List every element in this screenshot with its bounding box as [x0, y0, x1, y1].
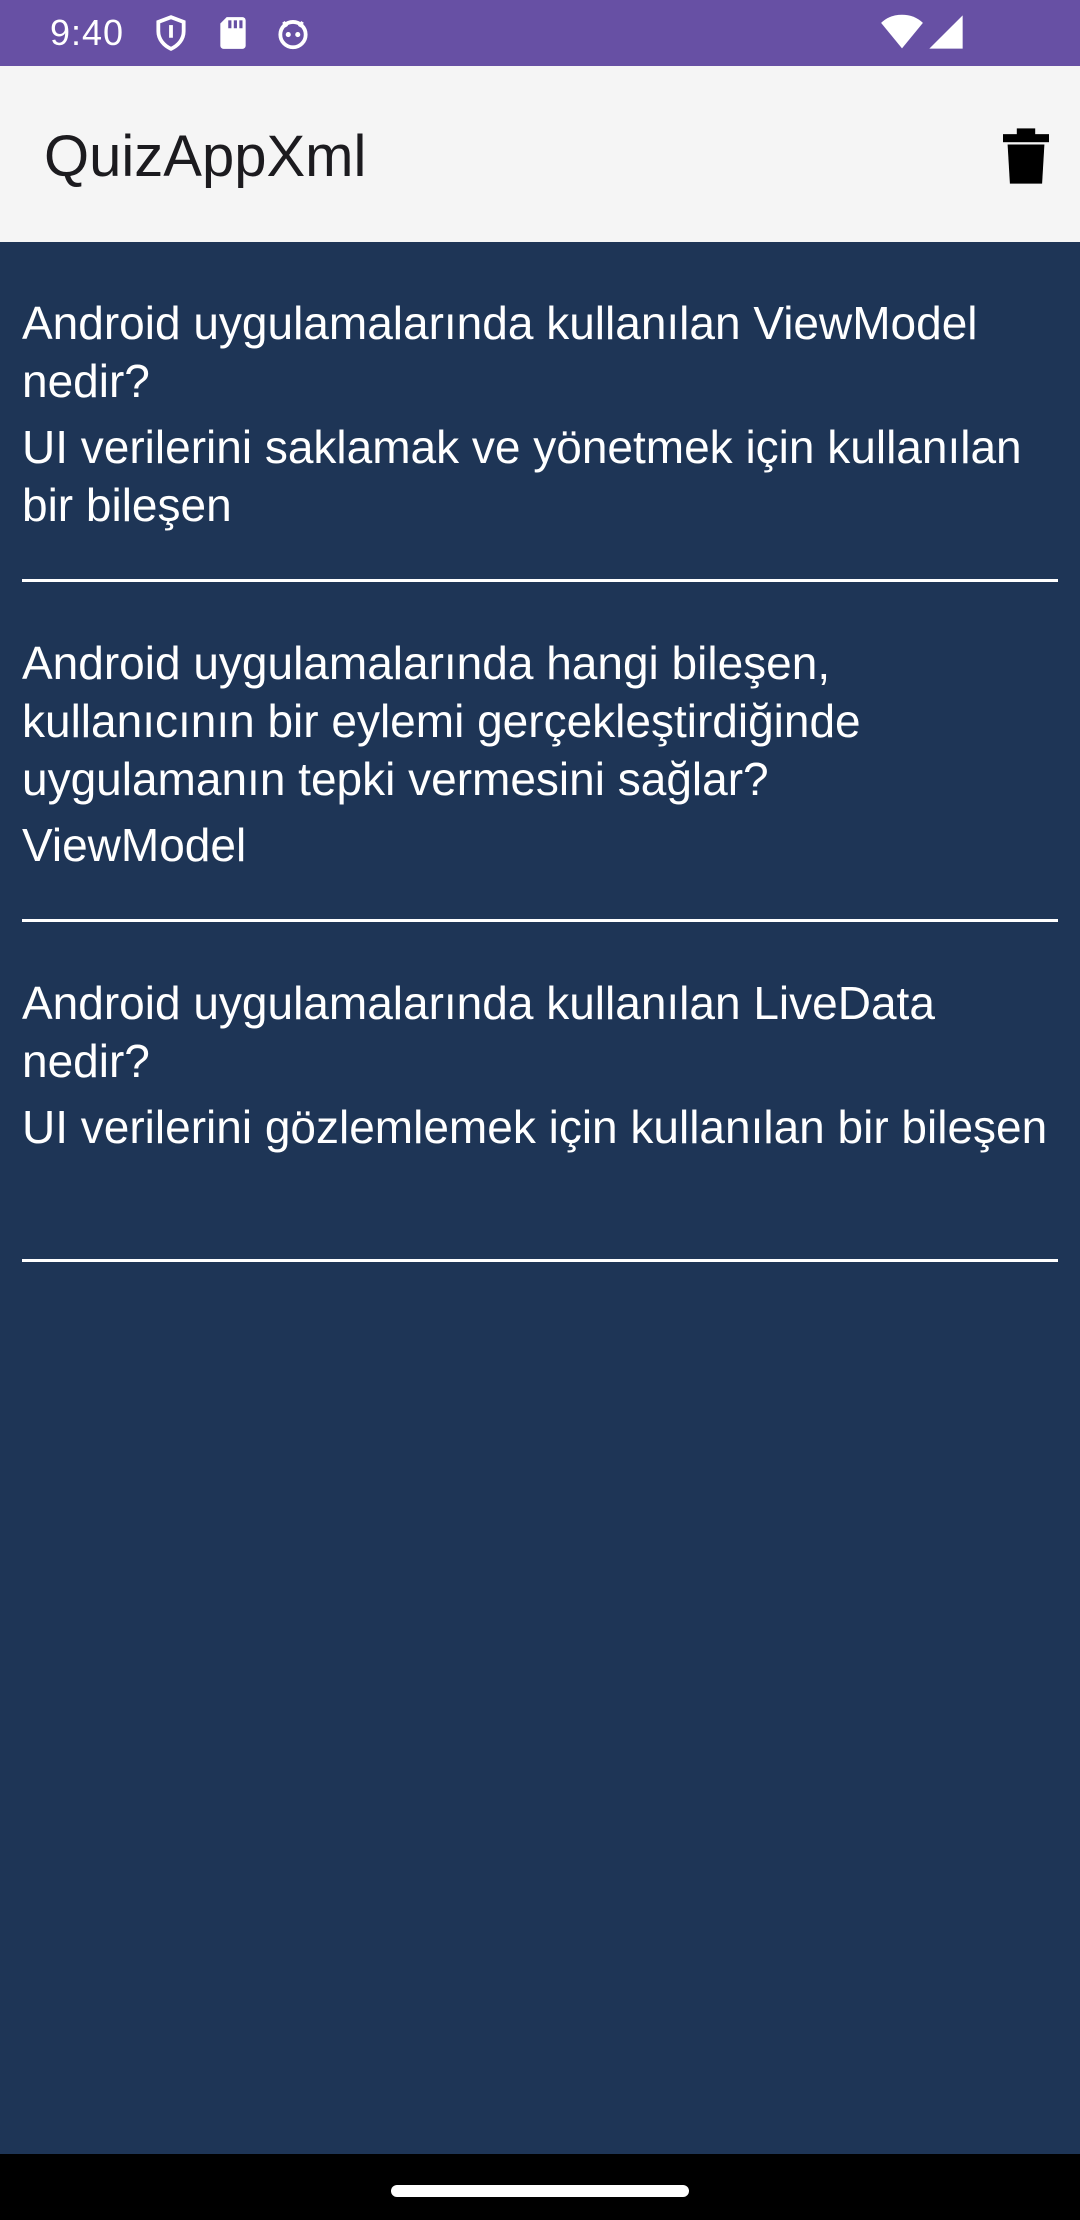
quiz-item[interactable]: Android uygulamalarında hangi bileşen, k… [0, 582, 1080, 922]
quiz-item[interactable]: Android uygulamalarında kullanılan LiveD… [0, 922, 1080, 1262]
app-title: QuizAppXml [44, 124, 367, 189]
home-gesture-handle[interactable] [391, 2185, 689, 2197]
wifi-icon [880, 12, 924, 52]
quiz-question: Android uygulamalarında kullanılan LiveD… [22, 977, 935, 1087]
sd-card-icon [214, 14, 252, 52]
quiz-item[interactable]: Android uygulamalarında kullanılan ViewM… [0, 242, 1080, 582]
quiz-list: Android uygulamalarında kullanılan ViewM… [0, 242, 1080, 1262]
screen: 9:40 QuizAppXml Android uygulamalarında … [0, 0, 1080, 2220]
cell-signal-icon [926, 12, 966, 52]
status-time: 9:40 [50, 12, 125, 53]
quiz-answer: ViewModel [22, 819, 247, 871]
quiz-answer: UI verilerini saklamak ve yönetmek için … [22, 421, 1022, 531]
shield-icon [152, 14, 190, 52]
navigation-bar [0, 2154, 1080, 2220]
quiz-question: Android uygulamalarında hangi bileşen, k… [22, 637, 861, 805]
quiz-answer: UI verilerini gözlemlemek için kullanıla… [22, 1101, 1048, 1153]
android-debug-icon [274, 14, 312, 52]
divider [22, 1259, 1058, 1262]
app-bar: QuizAppXml [0, 66, 1080, 242]
status-bar: 9:40 [0, 0, 1080, 66]
delete-button[interactable] [986, 116, 1066, 196]
trash-icon [1003, 128, 1049, 184]
quiz-question: Android uygulamalarında kullanılan ViewM… [22, 297, 978, 407]
